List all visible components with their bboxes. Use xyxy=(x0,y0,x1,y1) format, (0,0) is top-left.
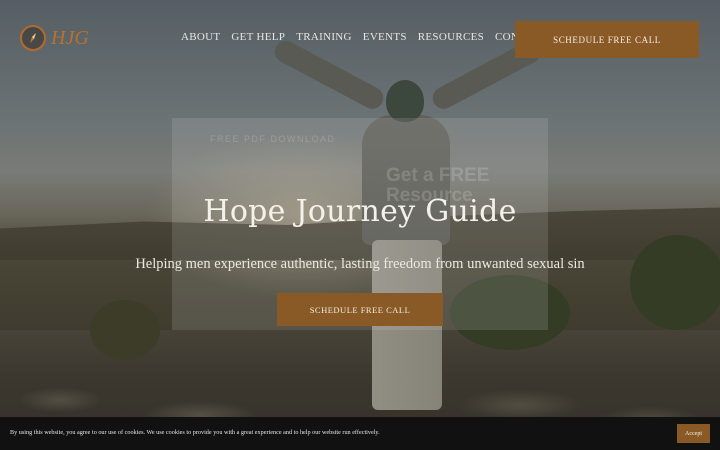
nav-get-help[interactable]: GET HELP xyxy=(231,31,285,43)
nav-training[interactable]: TRAINING xyxy=(296,31,352,43)
schedule-call-button-header[interactable]: SCHEDULE FREE CALL xyxy=(515,21,699,58)
cookie-text: By using this website, you agree to our … xyxy=(10,429,380,436)
hero-subtitle: Helping men experience authentic, lastin… xyxy=(135,256,585,272)
site-logo[interactable]: HJG xyxy=(20,25,90,55)
popup-kicker: FREE PDF DOWNLOAD xyxy=(210,134,336,144)
nav-about[interactable]: ABOUT xyxy=(181,31,220,43)
logo-text: HJG xyxy=(51,27,89,49)
nav-resources[interactable]: RESOURCES xyxy=(418,31,484,43)
compass-icon xyxy=(20,25,46,51)
cookie-bar: By using this website, you agree to our … xyxy=(0,417,720,450)
schedule-call-button-hero[interactable]: SCHEDULE FREE CALL xyxy=(277,293,443,326)
hero-title: Hope Journey Guide xyxy=(203,194,517,229)
nav-events[interactable]: EVENTS xyxy=(363,31,407,43)
cookie-accept-button[interactable]: Accept xyxy=(677,424,710,443)
main-nav: ABOUT GET HELP TRAINING EVENTS RESOURCES… xyxy=(181,31,548,43)
